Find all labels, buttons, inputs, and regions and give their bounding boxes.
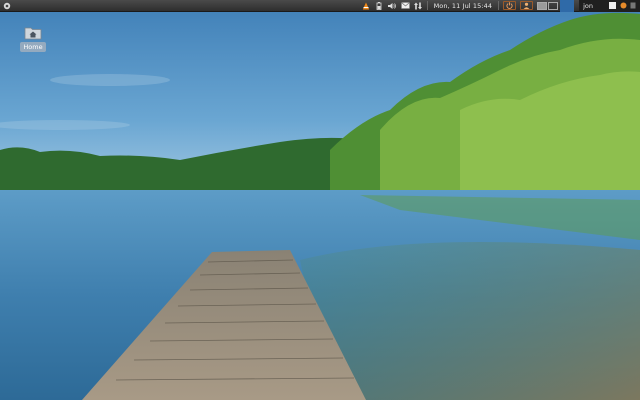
username-label: jon xyxy=(583,1,593,10)
workspace-switcher xyxy=(537,0,575,12)
desktop-icon-label: Home xyxy=(20,42,46,52)
home-folder-icon xyxy=(24,27,42,40)
notification-icon[interactable] xyxy=(630,2,636,9)
panel-separator xyxy=(426,1,428,10)
user-icon xyxy=(523,2,530,9)
panel-clock[interactable]: Mon, 11 Jul 15:44 xyxy=(434,2,493,10)
updates-icon[interactable] xyxy=(620,2,627,9)
workspace-1[interactable] xyxy=(537,1,548,10)
network-icon[interactable] xyxy=(414,1,423,10)
workspace-2[interactable] xyxy=(548,1,559,10)
panel-separator xyxy=(498,1,500,10)
window-icon[interactable] xyxy=(609,2,616,9)
desktop-wallpaper xyxy=(0,0,640,400)
applications-menu-button[interactable] xyxy=(2,1,12,11)
vlc-icon[interactable] xyxy=(362,1,371,10)
battery-icon[interactable] xyxy=(375,1,384,10)
desktop-icon-home[interactable]: Home xyxy=(18,26,48,52)
volume-icon[interactable] xyxy=(387,1,397,10)
system-tray: Mon, 11 Jul 15:44 jon xyxy=(360,0,640,12)
show-desktop-button[interactable] xyxy=(560,0,575,12)
user-menu[interactable]: jon xyxy=(579,0,640,12)
menu-icon xyxy=(3,2,11,9)
user-switch-button[interactable] xyxy=(520,1,534,10)
top-panel: Mon, 11 Jul 15:44 jon xyxy=(0,0,640,12)
power-button[interactable] xyxy=(503,1,517,10)
mail-icon[interactable] xyxy=(400,1,410,10)
power-icon xyxy=(506,2,513,9)
